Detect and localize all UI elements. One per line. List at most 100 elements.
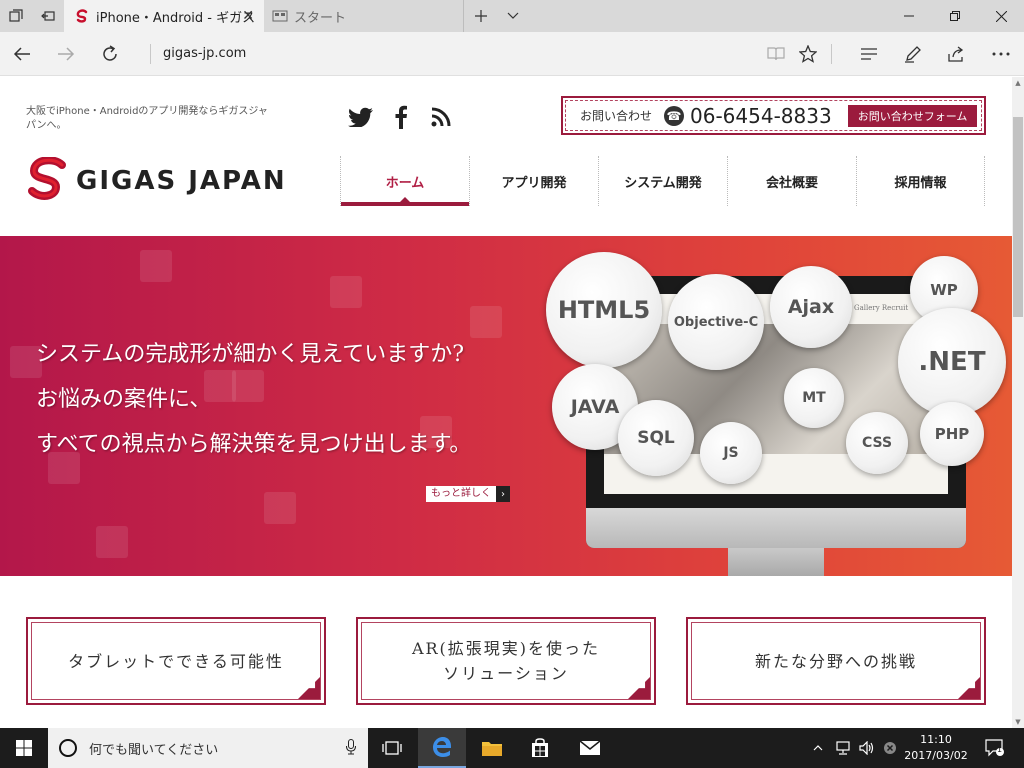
phone-icon: ☎ bbox=[664, 105, 685, 126]
feature-title: 新たな分野への挑戦 bbox=[754, 651, 917, 671]
edge-browser-icon[interactable] bbox=[418, 728, 466, 768]
gigas-logo-mark-icon bbox=[28, 157, 66, 200]
decorative-square bbox=[330, 276, 362, 308]
ime-off-icon[interactable] bbox=[880, 728, 900, 768]
corner-arrow-icon: ◢ bbox=[968, 680, 977, 690]
rss-icon[interactable] bbox=[427, 103, 455, 131]
decorative-square bbox=[140, 250, 172, 282]
minimize-icon[interactable] bbox=[886, 0, 932, 32]
corner-arrow-icon: ◢ bbox=[638, 680, 647, 690]
more-details-button[interactable]: もっと詳しく › bbox=[426, 486, 510, 502]
action-center-icon[interactable]: 1 bbox=[980, 728, 1010, 768]
clock-time: 11:10 bbox=[920, 733, 952, 746]
contact-form-button[interactable]: お問い合わせフォーム bbox=[847, 104, 978, 127]
browser-tab-bar: iPhone・Android - ギガス ✕ スタート bbox=[0, 0, 1024, 32]
url-field[interactable]: gigas-jp.com bbox=[150, 44, 246, 64]
more-details-label: もっと詳しく bbox=[426, 486, 496, 502]
feature-box-tablet[interactable]: タブレットでできる可能性 ◢ bbox=[26, 617, 326, 705]
scroll-down-icon[interactable]: ▼ bbox=[1012, 716, 1024, 728]
set-tabs-aside-icon[interactable] bbox=[32, 0, 64, 32]
decorative-square bbox=[264, 492, 296, 524]
hub-icon[interactable] bbox=[853, 38, 885, 70]
tech-bubble: SQL bbox=[618, 400, 694, 476]
contact-box-inner: お問い合わせ ☎ 06-6454-8833 お問い合わせフォーム bbox=[565, 100, 982, 131]
feature-box-new-field[interactable]: 新たな分野への挑戦 ◢ bbox=[686, 617, 986, 705]
more-menu-icon[interactable] bbox=[985, 38, 1017, 70]
search-placeholder: 何でも聞いてください bbox=[89, 742, 219, 758]
tab-list-icon[interactable] bbox=[0, 0, 32, 32]
store-icon[interactable] bbox=[516, 728, 564, 768]
site-tagline: 大阪でiPhone・Androidのアプリ開発ならギガスジャパンへ。 bbox=[26, 106, 268, 131]
clock-date: 2017/03/02 bbox=[904, 749, 968, 762]
feature-box-ar[interactable]: AR(拡張現実)を使った ソリューション ◢ bbox=[356, 617, 656, 705]
tech-bubble: PHP bbox=[920, 402, 984, 466]
tab-start[interactable]: スタート bbox=[264, 0, 464, 32]
favorite-star-icon[interactable] bbox=[792, 38, 824, 70]
tab-preview-chevron-icon[interactable] bbox=[497, 0, 529, 32]
decorative-square bbox=[470, 306, 502, 338]
reading-view-icon[interactable] bbox=[760, 38, 792, 70]
mail-icon[interactable] bbox=[566, 728, 614, 768]
task-view-icon[interactable] bbox=[368, 728, 416, 768]
tech-bubble: CSS bbox=[846, 412, 908, 474]
hero-line: お悩みの案件に、 bbox=[36, 387, 212, 412]
close-tab-icon[interactable]: ✕ bbox=[242, 8, 254, 24]
cortana-search-box[interactable]: 何でも聞いてください bbox=[48, 728, 368, 768]
close-window-icon[interactable] bbox=[978, 0, 1024, 32]
web-note-icon[interactable] bbox=[897, 38, 929, 70]
chevron-right-icon: › bbox=[496, 486, 510, 502]
tech-bubble: .NET bbox=[898, 308, 1006, 416]
logo-text: GIGAS JAPAN bbox=[76, 166, 287, 196]
facebook-icon[interactable] bbox=[387, 103, 415, 131]
web-page: 大阪でiPhone・Androidのアプリ開発ならギガスジャパンへ。 お問い合わ… bbox=[0, 77, 1012, 728]
scroll-up-icon[interactable]: ▲ bbox=[1012, 77, 1024, 89]
gigas-favicon-icon bbox=[74, 8, 90, 24]
hero-banner: システムの完成形が細かく見えていますか? お悩みの案件に、 すべての視点から解決… bbox=[0, 236, 1012, 576]
monitor-chin bbox=[586, 508, 966, 548]
feature-box-inner: AR(拡張現実)を使った ソリューション ◢ bbox=[361, 622, 651, 700]
tab-title: スタート bbox=[294, 10, 347, 26]
hero-line: システムの完成形が細かく見えていますか? bbox=[36, 342, 465, 367]
microphone-icon[interactable] bbox=[346, 739, 356, 759]
decorative-square bbox=[96, 526, 128, 558]
refresh-icon[interactable] bbox=[94, 38, 126, 70]
file-explorer-icon[interactable] bbox=[468, 728, 516, 768]
tech-bubble: Objective-C bbox=[668, 274, 764, 370]
cortana-icon bbox=[59, 739, 77, 757]
screen-nav-text: Gallery Recruit bbox=[854, 304, 909, 312]
site-logo[interactable]: GIGAS JAPAN bbox=[26, 157, 287, 205]
tech-bubble: HTML5 bbox=[546, 252, 662, 368]
nav-item-recruit[interactable]: 採用情報 bbox=[856, 156, 985, 206]
global-nav: ホーム アプリ開発 システム開発 会社概要 採用情報 bbox=[340, 156, 986, 206]
hero-copy: システムの完成形が細かく見えていますか? お悩みの案件に、 すべての視点から解決… bbox=[36, 332, 471, 467]
feature-title: ソリューション bbox=[443, 664, 569, 683]
phone-number[interactable]: 06-6454-8833 bbox=[690, 104, 832, 128]
start-button[interactable] bbox=[0, 728, 48, 768]
network-icon[interactable] bbox=[832, 728, 854, 768]
tech-bubble: Ajax bbox=[770, 266, 852, 348]
new-tab-icon[interactable] bbox=[465, 0, 497, 32]
nav-item-system-dev[interactable]: システム開発 bbox=[598, 156, 727, 206]
toolbar-separator bbox=[831, 44, 832, 64]
system-clock[interactable]: 11:10 2017/03/02 bbox=[900, 732, 972, 764]
page-scrollbar[interactable]: ▲ ▼ bbox=[1012, 77, 1024, 728]
back-icon[interactable] bbox=[6, 38, 38, 70]
restore-icon[interactable] bbox=[932, 0, 978, 32]
show-hidden-icons-chevron-icon[interactable] bbox=[808, 728, 828, 768]
tech-bubble: JS bbox=[700, 422, 762, 484]
tab-gigas[interactable]: iPhone・Android - ギガス ✕ bbox=[64, 0, 264, 32]
share-icon[interactable] bbox=[941, 38, 973, 70]
browser-address-bar: gigas-jp.com bbox=[0, 32, 1024, 76]
nav-item-home[interactable]: ホーム bbox=[340, 156, 469, 206]
windows-taskbar: 何でも聞いてください 11:10 2017/03/02 1 bbox=[0, 728, 1024, 768]
feature-box-inner: タブレットでできる可能性 ◢ bbox=[31, 622, 321, 700]
scroll-thumb[interactable] bbox=[1013, 117, 1023, 317]
nav-item-company[interactable]: 会社概要 bbox=[727, 156, 856, 206]
nav-item-app-dev[interactable]: アプリ開発 bbox=[469, 156, 598, 206]
windows-logo-icon bbox=[16, 740, 32, 756]
forward-icon[interactable] bbox=[50, 38, 82, 70]
tab-title: iPhone・Android - ギガス bbox=[96, 10, 256, 26]
volume-icon[interactable] bbox=[856, 728, 878, 768]
twitter-icon[interactable] bbox=[347, 103, 375, 131]
contact-box: お問い合わせ ☎ 06-6454-8833 お問い合わせフォーム bbox=[561, 96, 986, 135]
